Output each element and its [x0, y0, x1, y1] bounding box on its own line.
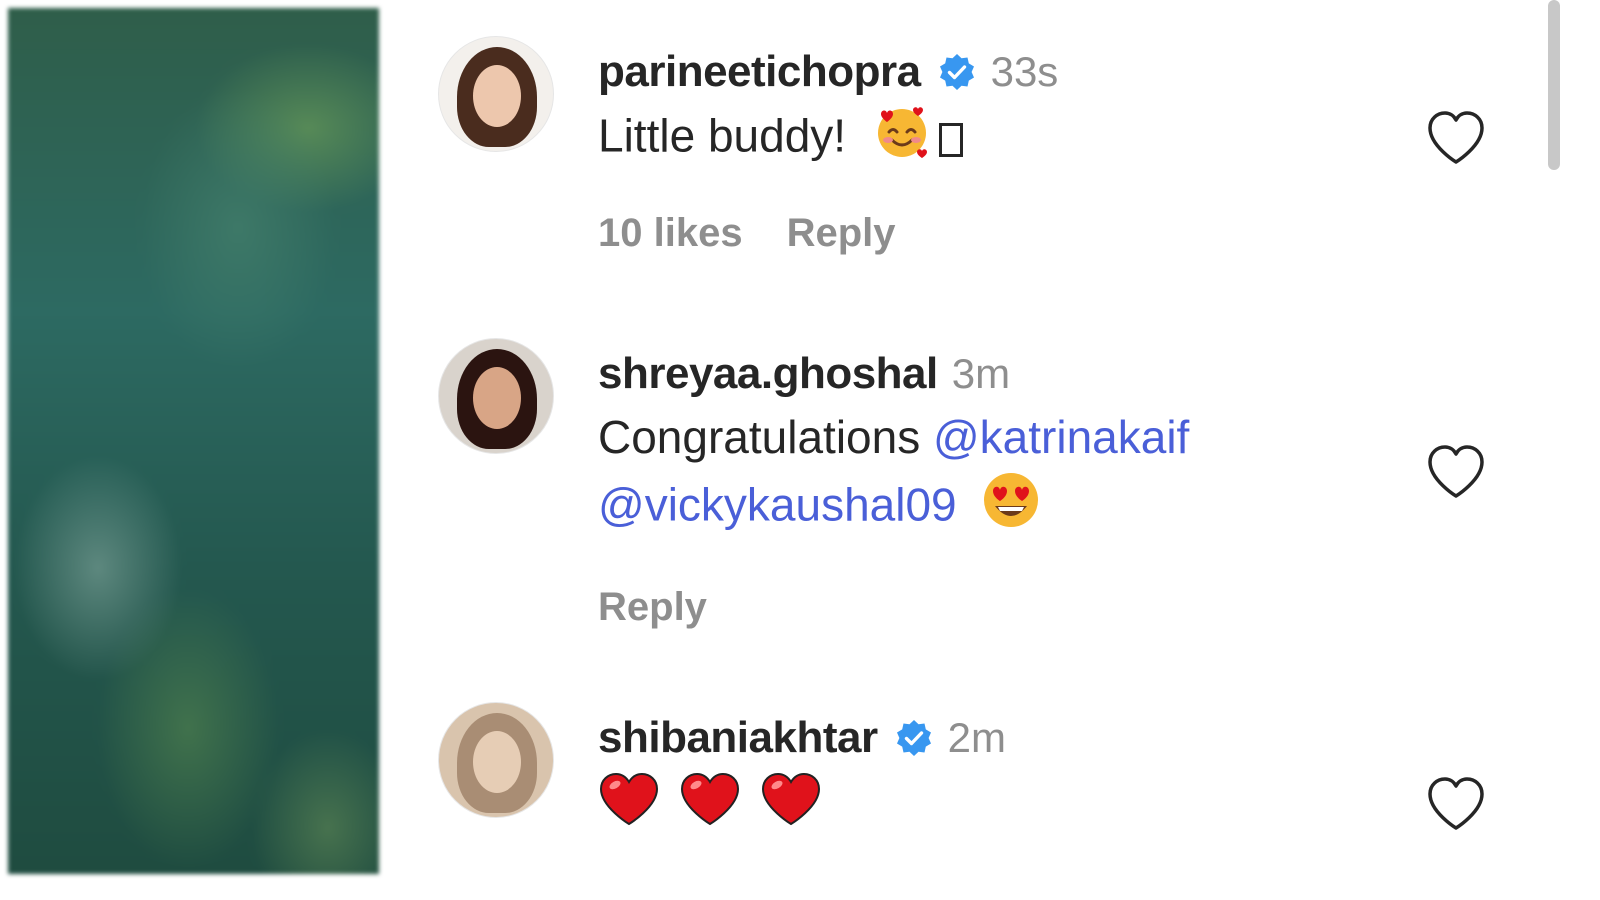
avatar[interactable]: [438, 702, 554, 818]
verified-badge-icon: [894, 718, 934, 758]
comment-text: [598, 772, 1458, 845]
unsupported-glyph-icon: [938, 122, 963, 157]
comment-timestamp[interactable]: 33s: [991, 48, 1059, 96]
reply-button[interactable]: Reply: [598, 585, 707, 630]
like-heart-icon[interactable]: [1426, 444, 1486, 500]
comment-username[interactable]: shibaniakhtar: [598, 713, 878, 763]
comment-likes-count[interactable]: 10 likes: [598, 211, 743, 256]
mention-link[interactable]: @katrinakaif: [933, 411, 1189, 463]
like-heart-icon[interactable]: [1426, 776, 1486, 832]
comment-username[interactable]: parineetichopra: [598, 47, 921, 97]
comment-timestamp[interactable]: 3m: [952, 350, 1010, 398]
comment-text-content: Little buddy!: [598, 109, 847, 162]
red-heart-icon: [679, 772, 741, 845]
comment-text-content: Congratulations: [598, 411, 921, 463]
mention-link[interactable]: @vickykaushal09: [598, 479, 957, 531]
red-heart-icon: [598, 772, 660, 845]
comment-text: Little buddy!: [598, 102, 1458, 177]
verified-badge-icon: [937, 52, 977, 92]
reply-button[interactable]: Reply: [787, 211, 896, 256]
comment-username[interactable]: shreyaa.ghoshal: [598, 349, 938, 399]
comment-text: Congratulations @katrinakaif @vickykaush…: [598, 404, 1458, 547]
smiling-face-with-hearts-icon: [873, 102, 931, 177]
avatar[interactable]: [438, 36, 554, 152]
avatar[interactable]: [438, 338, 554, 454]
red-heart-icon: [760, 772, 822, 845]
post-image: [8, 8, 379, 874]
comment-timestamp[interactable]: 2m: [948, 714, 1006, 762]
like-heart-icon[interactable]: [1426, 110, 1486, 166]
heart-eyes-icon: [981, 470, 1041, 547]
scrollbar[interactable]: [1548, 0, 1560, 170]
